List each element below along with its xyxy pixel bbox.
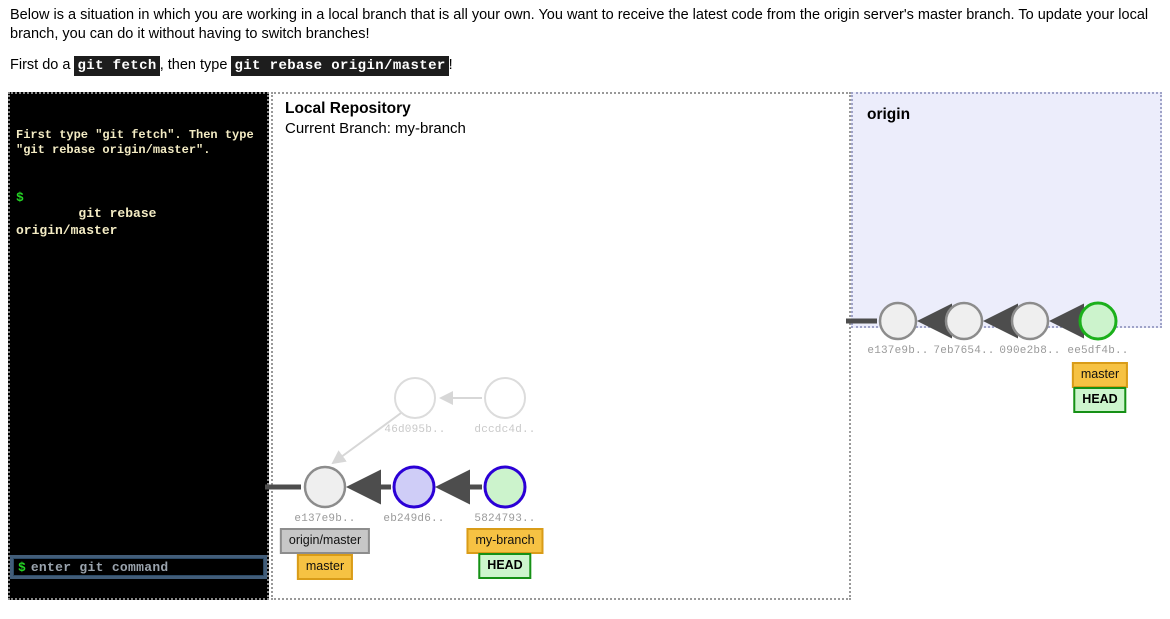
commit-node[interactable]: 090e2b8.. [999,301,1060,357]
intro-paragraph-2: First do a git fetch, then type git reba… [10,56,1158,77]
commit-hash-label: eb249d6.. [383,513,444,525]
commit-circle[interactable] [483,465,527,509]
commit-graph: e137e9b.. eb249d6.. 5824793.. 46d095b.. dccd… [265,301,1128,525]
commit-hash-label: 090e2b8.. [999,345,1060,357]
intro-tail-text: ! [448,57,453,74]
commit-hash-label: 46d095b.. [384,424,445,436]
commit-circle[interactable] [394,377,436,419]
commit-circle[interactable] [1078,301,1118,341]
commit-circle[interactable] [484,377,526,419]
ref-badge-master[interactable]: master [296,554,354,580]
commit-hash-label: e137e9b.. [867,345,928,357]
commit-circle[interactable] [1010,301,1050,341]
commit-hash-label: dccdc4d.. [474,424,535,436]
commit-node[interactable]: ee5df4b.. [1067,301,1128,357]
git-fetch-command-code: git fetch [74,56,160,77]
commit-hash-label: 7eb7654.. [933,345,994,357]
commit-nodes: e137e9b.. eb249d6.. 5824793.. 46d095b.. dccd… [294,301,1128,525]
commit-node[interactable]: e137e9b.. [294,465,355,525]
commit-node[interactable]: e137e9b.. [867,301,928,357]
ref-badge-my-branch[interactable]: my-branch [466,528,544,554]
ref-badge-HEAD[interactable]: HEAD [1073,387,1127,413]
exercise-stage: First type "git fetch". Then type "git r… [8,92,1162,604]
commit-node[interactable]: dccdc4d.. [474,377,535,436]
commit-circle[interactable] [944,301,984,341]
intro-lead-text: First do a [10,57,75,74]
commit-hash-label: 5824793.. [474,513,535,525]
ref-badge-master[interactable]: master [1071,362,1129,388]
commit-node[interactable]: eb249d6.. [383,465,444,525]
commit-arrow [331,412,402,465]
ref-badge-HEAD[interactable]: HEAD [478,553,532,579]
commit-hash-label: ee5df4b.. [1067,345,1128,357]
intro-paragraph-1: Below is a situation in which you are wo… [10,7,1149,42]
intro-text-block: Below is a situation in which you are wo… [10,6,1158,77]
ref-badge-origin-master[interactable]: origin/master [279,528,371,554]
commit-node[interactable]: 5824793.. [474,465,535,525]
commit-hash-label: e137e9b.. [294,513,355,525]
git-rebase-command-code: git rebase origin/master [231,56,449,77]
intro-mid-text: , then type [159,57,232,74]
commit-circle[interactable] [303,465,347,509]
commit-node[interactable]: 7eb7654.. [933,301,994,357]
commit-node[interactable]: 46d095b.. [384,377,445,436]
commit-circle[interactable] [878,301,918,341]
commit-circle[interactable] [392,465,436,509]
